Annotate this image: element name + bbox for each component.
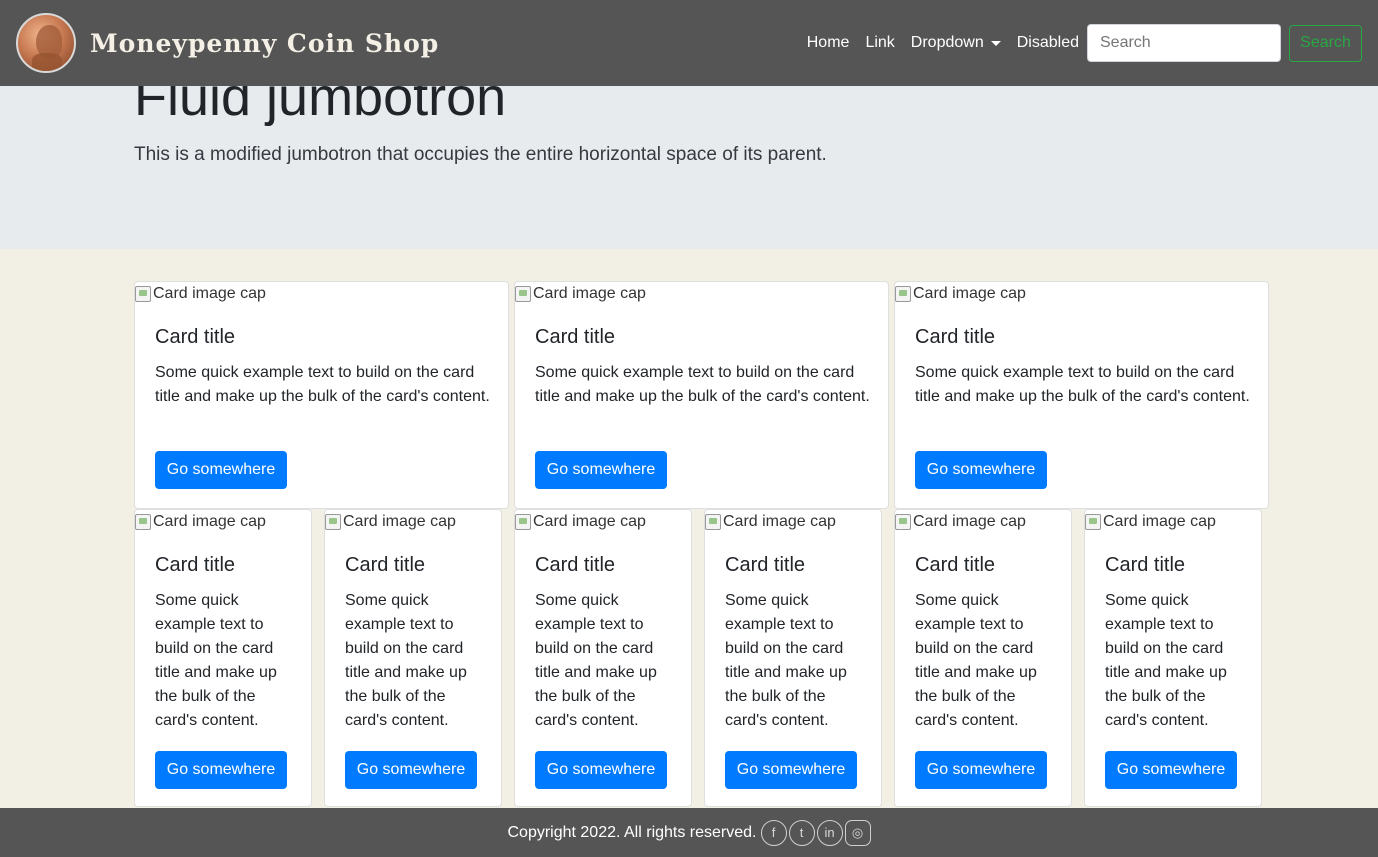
card: Card image cap Card title Some quick exa…	[134, 281, 509, 509]
card-text: Some quick example text to build on the …	[345, 592, 467, 729]
card-image-alt: Card image cap	[533, 513, 646, 530]
card-body: Card title Some quick example text to bu…	[155, 326, 494, 409]
card: Card image cap Card title Some quick exa…	[514, 509, 692, 807]
card-title: Card title	[535, 554, 616, 576]
card-image-alt: Card image cap	[913, 285, 1026, 302]
nav-dropdown[interactable]: Dropdown	[903, 34, 1009, 52]
nav-links: Home Link Dropdown Disabled Search	[799, 24, 1362, 62]
card-body: Card title Some quick example text to bu…	[915, 326, 1254, 409]
broken-image-icon	[135, 286, 151, 302]
card-title: Card title	[1105, 554, 1186, 576]
nav-disabled[interactable]: Disabled	[1009, 34, 1087, 52]
card-text: Some quick example text to build on the …	[535, 592, 657, 729]
card-image-alt: Card image cap	[723, 513, 836, 530]
brand-name[interactable]: Moneypenny Coin Shop	[90, 29, 439, 58]
instagram-icon[interactable]: ◎	[844, 819, 871, 846]
jumbotron-lead: This is a modified jumbotron that occupi…	[134, 144, 827, 165]
nav-dropdown-label: Dropdown	[910, 34, 984, 51]
card-title: Card title	[345, 554, 426, 576]
card-body: Card title Some quick example text to bu…	[535, 326, 874, 409]
broken-image-icon	[325, 514, 341, 530]
card-text: Some quick example text to build on the …	[535, 364, 870, 405]
social-links: f t in ◎	[759, 819, 871, 846]
broken-image-icon	[1085, 514, 1101, 530]
card-text: Some quick example text to build on the …	[915, 592, 1037, 729]
broken-image-icon	[895, 514, 911, 530]
card-image-alt: Card image cap	[153, 285, 266, 302]
card: Card image cap Card title Some quick exa…	[134, 509, 312, 807]
card-row-2: Card image cap Card title Some quick exa…	[134, 509, 1274, 807]
card-image: Card image cap	[895, 285, 1026, 303]
card-body: Card title Some quick example text to bu…	[725, 554, 867, 733]
card-title: Card title	[155, 554, 236, 576]
card-text: Some quick example text to build on the …	[155, 364, 490, 405]
card-body: Card title Some quick example text to bu…	[345, 554, 487, 733]
nav-home[interactable]: Home	[799, 34, 858, 52]
go-somewhere-button[interactable]: Go somewhere	[725, 751, 857, 789]
card: Card image cap Card title Some quick exa…	[894, 509, 1072, 807]
go-somewhere-button[interactable]: Go somewhere	[915, 751, 1047, 789]
card-title: Card title	[915, 326, 996, 348]
card: Card image cap Card title Some quick exa…	[324, 509, 502, 807]
card: Card image cap Card title Some quick exa…	[704, 509, 882, 807]
facebook-icon[interactable]: f	[760, 819, 787, 846]
twitter-icon[interactable]: t	[788, 819, 815, 846]
card-body: Card title Some quick example text to bu…	[535, 554, 677, 733]
go-somewhere-button[interactable]: Go somewhere	[345, 751, 477, 789]
card-image: Card image cap	[515, 513, 646, 531]
card-row-1: Card image cap Card title Some quick exa…	[134, 281, 1274, 509]
go-somewhere-button[interactable]: Go somewhere	[535, 451, 667, 489]
card: Card image cap Card title Some quick exa…	[1084, 509, 1262, 807]
card-image: Card image cap	[515, 285, 646, 303]
card-title: Card title	[725, 554, 806, 576]
broken-image-icon	[895, 286, 911, 302]
broken-image-icon	[515, 514, 531, 530]
broken-image-icon	[705, 514, 721, 530]
nav-link[interactable]: Link	[857, 34, 902, 52]
card-image-alt: Card image cap	[1103, 513, 1216, 530]
go-somewhere-button[interactable]: Go somewhere	[535, 751, 667, 789]
card-text: Some quick example text to build on the …	[155, 592, 277, 729]
card-image: Card image cap	[705, 513, 836, 531]
card-text: Some quick example text to build on the …	[1105, 592, 1227, 729]
penny-logo[interactable]	[16, 13, 76, 73]
search-input[interactable]	[1087, 24, 1281, 62]
card-image-alt: Card image cap	[913, 513, 1026, 530]
card: Card image cap Card title Some quick exa…	[894, 281, 1269, 509]
go-somewhere-button[interactable]: Go somewhere	[155, 751, 287, 789]
card-body: Card title Some quick example text to bu…	[1105, 554, 1247, 733]
search-button[interactable]: Search	[1289, 24, 1362, 62]
card-body: Card title Some quick example text to bu…	[915, 554, 1057, 733]
broken-image-icon	[515, 286, 531, 302]
linkedin-icon[interactable]: in	[816, 819, 843, 846]
copyright-text: Copyright 2022. All rights reserved.	[507, 823, 757, 841]
go-somewhere-button[interactable]: Go somewhere	[1105, 751, 1237, 789]
card-image-alt: Card image cap	[343, 513, 456, 530]
card-text: Some quick example text to build on the …	[915, 364, 1250, 405]
card-image: Card image cap	[135, 513, 266, 531]
card-title: Card title	[915, 554, 996, 576]
card-title: Card title	[535, 326, 616, 348]
card: Card image cap Card title Some quick exa…	[514, 281, 889, 509]
card-image: Card image cap	[895, 513, 1026, 531]
card-image: Card image cap	[1085, 513, 1216, 531]
card-title: Card title	[155, 326, 236, 348]
go-somewhere-button[interactable]: Go somewhere	[915, 451, 1047, 489]
navbar: Moneypenny Coin Shop Home Link Dropdown …	[0, 0, 1378, 86]
card-image: Card image cap	[325, 513, 456, 531]
card-body: Card title Some quick example text to bu…	[155, 554, 297, 733]
card-image-alt: Card image cap	[533, 285, 646, 302]
card-image: Card image cap	[135, 285, 266, 303]
caret-down-icon	[990, 40, 1001, 46]
card-text: Some quick example text to build on the …	[725, 592, 847, 729]
broken-image-icon	[135, 514, 151, 530]
footer: Copyright 2022. All rights reserved. f t…	[0, 808, 1378, 857]
go-somewhere-button[interactable]: Go somewhere	[155, 451, 287, 489]
card-image-alt: Card image cap	[153, 513, 266, 530]
